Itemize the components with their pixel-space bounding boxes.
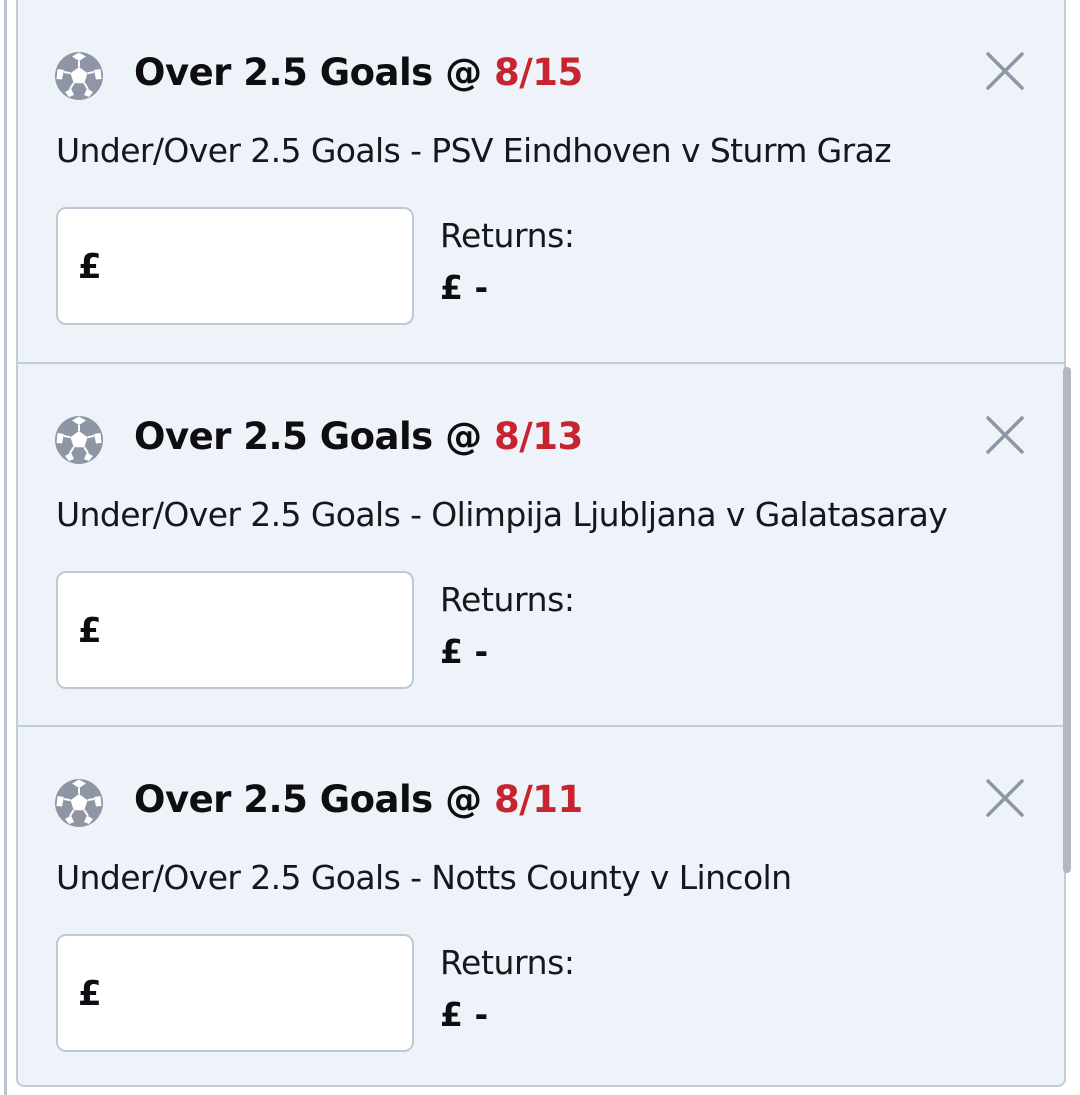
stake-field[interactable]: £ <box>56 571 414 689</box>
football-icon <box>54 51 104 101</box>
football-icon <box>54 778 104 828</box>
stake-field[interactable]: £ <box>56 207 414 325</box>
market-description: Under/Over 2.5 Goals - Notts County v Li… <box>56 858 792 897</box>
bet-selection-card: Over 2.5 Goals @ 8/11 Under/Over 2.5 Goa… <box>18 725 1064 1089</box>
left-edge-divider <box>4 0 7 1095</box>
close-icon[interactable] <box>984 50 1026 92</box>
bet-selection-title: Over 2.5 Goals @ 8/13 <box>134 411 583 463</box>
stake-currency-symbol: £ <box>78 974 102 1014</box>
bet-selection-title: Over 2.5 Goals @ 8/11 <box>134 774 583 826</box>
scrollbar-thumb[interactable] <box>1063 367 1071 873</box>
returns-label: Returns: <box>440 943 575 982</box>
stake-currency-symbol: £ <box>78 247 102 287</box>
bet-slip-screen: Over 2.5 Goals @ 8/15 Under/Over 2.5 Goa… <box>0 0 1080 1095</box>
football-icon <box>54 415 104 465</box>
odds-price: 8/15 <box>493 51 583 94</box>
bet-selection-title: Over 2.5 Goals @ 8/15 <box>134 47 583 99</box>
bet-selection-card: Over 2.5 Goals @ 8/13 Under/Over 2.5 Goa… <box>18 362 1064 725</box>
stake-field[interactable]: £ <box>56 934 414 1052</box>
returns-value: £ - <box>440 632 489 671</box>
stake-currency-symbol: £ <box>78 611 102 651</box>
odds-price: 8/11 <box>493 778 583 821</box>
returns-value: £ - <box>440 268 489 307</box>
market-description: Under/Over 2.5 Goals - PSV Eindhoven v S… <box>56 131 892 170</box>
selection-name: Over 2.5 Goals @ <box>134 51 482 94</box>
odds-price: 8/13 <box>493 415 583 458</box>
bet-slip-panel: Over 2.5 Goals @ 8/15 Under/Over 2.5 Goa… <box>16 0 1066 1087</box>
returns-value: £ - <box>440 995 489 1034</box>
stake-input[interactable] <box>114 593 408 671</box>
stake-input[interactable] <box>114 956 408 1034</box>
stake-input[interactable] <box>114 229 408 307</box>
close-icon[interactable] <box>984 414 1026 456</box>
bet-selection-card: Over 2.5 Goals @ 8/15 Under/Over 2.5 Goa… <box>18 0 1064 362</box>
selection-name: Over 2.5 Goals @ <box>134 415 482 458</box>
market-description: Under/Over 2.5 Goals - Olimpija Ljubljan… <box>56 495 948 534</box>
returns-label: Returns: <box>440 216 575 255</box>
returns-label: Returns: <box>440 580 575 619</box>
close-icon[interactable] <box>984 777 1026 819</box>
selection-name: Over 2.5 Goals @ <box>134 778 482 821</box>
